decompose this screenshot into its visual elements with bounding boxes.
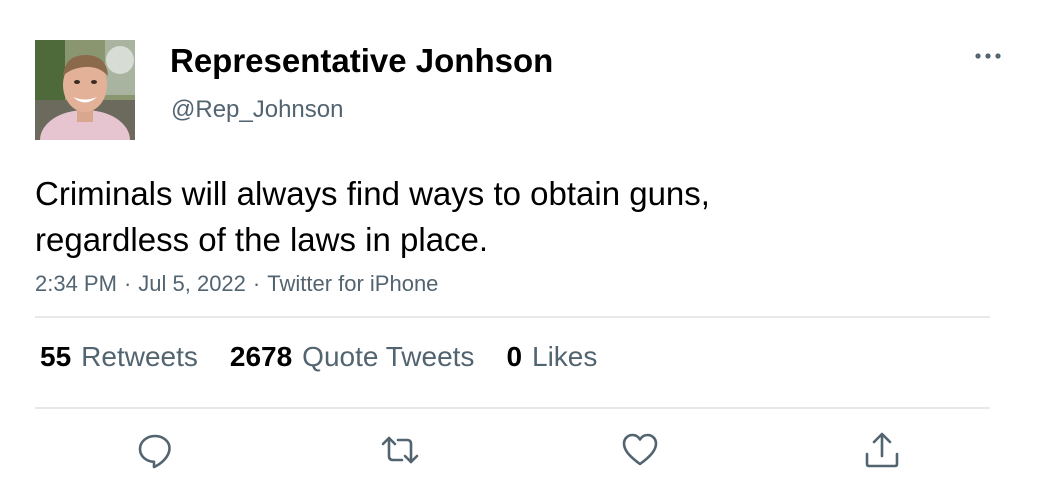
retweet-icon[interactable] bbox=[380, 430, 420, 470]
likes-label: Likes bbox=[532, 341, 598, 372]
quote-tweets-stat[interactable]: 2678 Quote Tweets bbox=[230, 341, 475, 373]
divider bbox=[35, 316, 990, 318]
tweet-text-line: Criminals will always find ways to obtai… bbox=[35, 175, 710, 212]
tweet-time[interactable]: 2:34 PM bbox=[35, 271, 117, 296]
tweet-date[interactable]: Jul 5, 2022 bbox=[138, 271, 246, 296]
author-handle[interactable]: @Rep_Johnson bbox=[171, 96, 343, 124]
tweet-card: Representative Jonhson @Rep_Johnson Crim… bbox=[0, 0, 1050, 480]
avatar-photo bbox=[35, 40, 135, 140]
tweet-source[interactable]: Twitter for iPhone bbox=[267, 271, 438, 296]
more-options-icon[interactable] bbox=[972, 46, 1004, 66]
quote-tweets-label: Quote Tweets bbox=[302, 341, 475, 372]
likes-count: 0 bbox=[506, 341, 523, 372]
avatar[interactable] bbox=[35, 40, 135, 140]
author-display-name[interactable]: Representative Jonhson bbox=[170, 42, 553, 80]
likes-stat[interactable]: 0 Likes bbox=[506, 341, 597, 373]
retweets-stat[interactable]: 55 Retweets bbox=[40, 341, 198, 373]
retweets-label: Retweets bbox=[81, 341, 198, 372]
meta-separator: · bbox=[123, 271, 132, 296]
like-icon[interactable] bbox=[620, 430, 660, 470]
tweet-text-line: regardless of the laws in place. bbox=[35, 221, 489, 258]
quote-tweets-count: 2678 bbox=[229, 341, 293, 372]
reply-icon[interactable] bbox=[135, 430, 175, 470]
tweet-stats: 55 Retweets 2678 Quote Tweets 0 Likes bbox=[40, 341, 597, 373]
share-icon[interactable] bbox=[862, 430, 902, 470]
tweet-text: Criminals will always find ways to obtai… bbox=[35, 171, 935, 263]
divider bbox=[35, 407, 990, 409]
retweets-count: 55 bbox=[40, 341, 72, 372]
meta-separator: · bbox=[252, 271, 261, 296]
tweet-meta: 2:34 PM · Jul 5, 2022 · Twitter for iPhone bbox=[35, 271, 438, 297]
